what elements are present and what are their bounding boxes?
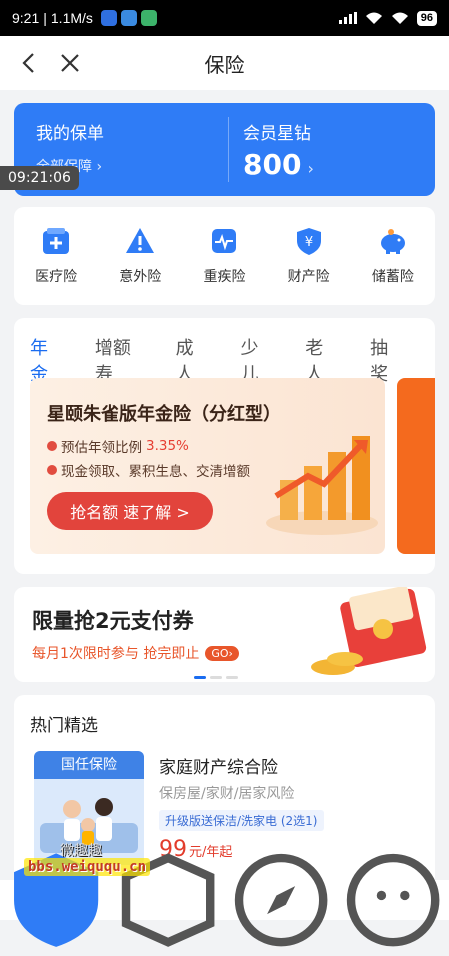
feature-text: 预估年领比例 [61, 440, 142, 456]
feature-text: 现金领取、累积生息、交清增额 [61, 464, 250, 480]
policy-title: 我的保单 [36, 124, 104, 144]
watermark-logo: 微趣趣 [60, 843, 102, 859]
go-button[interactable]: GO› [205, 645, 239, 661]
compass-icon[interactable] [225, 844, 337, 956]
wifi-icon [391, 12, 408, 24]
watermark-text: bbs.weiququ.cn [24, 858, 151, 876]
warning-icon [126, 228, 155, 253]
red-envelope-illustration [311, 587, 427, 675]
product-feature: 现金领取、累积生息、交清增额 [47, 460, 250, 480]
signal-icon [338, 12, 357, 24]
product-name[interactable]: 家庭财产综合险 [159, 753, 278, 778]
product-title: 星颐朱雀版年金险（分红型） [47, 404, 281, 425]
back-icon[interactable] [18, 50, 40, 76]
category-label: 意外险 [119, 269, 162, 285]
brand-label: 国任保险 [34, 751, 144, 779]
app-icon [120, 10, 137, 26]
member-arrow: › [307, 159, 314, 178]
app-icon [100, 10, 117, 26]
category-medical[interactable]: 医疗险 [21, 226, 91, 286]
piggy-bank-icon [380, 229, 405, 254]
shield-yen-icon: ¥ [296, 228, 321, 255]
check-icon [47, 441, 57, 451]
growth-chart-illustration [266, 436, 378, 535]
member-points-value: 800 [243, 148, 302, 181]
coupon-subtitle: 每月1次限时参与 抢完即止 GO› [32, 643, 239, 663]
category-label: 财产险 [287, 269, 330, 285]
product-tag: 升级版送保洁/洗家电 (2选1) [159, 810, 324, 831]
coupon-title: 限量抢2元支付券 [32, 609, 194, 633]
status-app-icons [100, 10, 157, 26]
app-icon [140, 10, 157, 26]
carousel-indicator [194, 676, 238, 679]
coupon-banner[interactable]: 限量抢2元支付券 每月1次限时参与 抢完即止 GO› [14, 587, 435, 682]
carousel-dot [194, 676, 206, 679]
medical-icon [43, 228, 70, 254]
member-title: 会员星钻 [243, 124, 311, 144]
annuity-product-card[interactable]: 星颐朱雀版年金险（分红型） 预估年领比例 3.35% 现金领取、累积生息、交清增… [30, 378, 385, 554]
status-right: 96 [338, 10, 437, 26]
product-desc: 保房屋/家财/居家风险 [159, 786, 295, 802]
check-icon [47, 465, 57, 475]
category-grid: 医疗险 意外险 重疾险 ¥ 财产险 储蓄险 [14, 207, 435, 305]
status-time: 9:21 [12, 10, 40, 26]
category-savings[interactable]: 储蓄险 [358, 226, 428, 286]
grab-quota-button[interactable]: 抢名额 速了解 > [47, 492, 213, 530]
svg-text:¥: ¥ [305, 235, 313, 250]
product-tabs: 年金 增额寿 成人 少儿 老人 抽奖 [14, 318, 435, 396]
carousel-dot [226, 676, 238, 679]
member-points: 800 › [243, 148, 435, 181]
product-section: 年金 增额寿 成人 少儿 老人 抽奖 星颐朱雀版年金险（分红型） 预估年领比例 … [14, 318, 435, 574]
category-critical-illness[interactable]: 重疾险 [189, 226, 259, 286]
category-label: 医疗险 [35, 269, 78, 285]
wifi-icon [365, 12, 382, 24]
coupon-sub-text: 每月1次限时参与 抢完即止 [32, 646, 200, 662]
carousel-dot [210, 676, 222, 679]
category-property[interactable]: ¥ 财产险 [274, 226, 344, 286]
battery-level: 96 [416, 10, 437, 26]
profile-icon[interactable] [337, 844, 449, 956]
member-star-card[interactable]: 会员星钻 800 › [228, 117, 435, 182]
category-label: 储蓄险 [371, 269, 414, 285]
feature-rate: 3.35% [146, 438, 189, 454]
status-speed: 1.1M/s [50, 10, 93, 26]
next-product-card-peek[interactable] [397, 378, 435, 554]
heartbeat-icon [212, 229, 237, 253]
status-bar: 9:21 | 1.1M/s 96 [0, 0, 449, 36]
top-nav-bar: 保险 [0, 36, 449, 90]
section-title: 热门精选 [30, 716, 98, 736]
category-label: 重疾险 [203, 269, 246, 285]
status-sep: | [43, 10, 47, 26]
close-icon[interactable] [58, 50, 82, 76]
category-accident[interactable]: 意外险 [105, 226, 175, 286]
time-overlay-badge: 09:21:06 [0, 166, 79, 190]
product-feature: 预估年领比例 3.35% [47, 436, 189, 456]
bottom-tab-bar [0, 853, 449, 947]
